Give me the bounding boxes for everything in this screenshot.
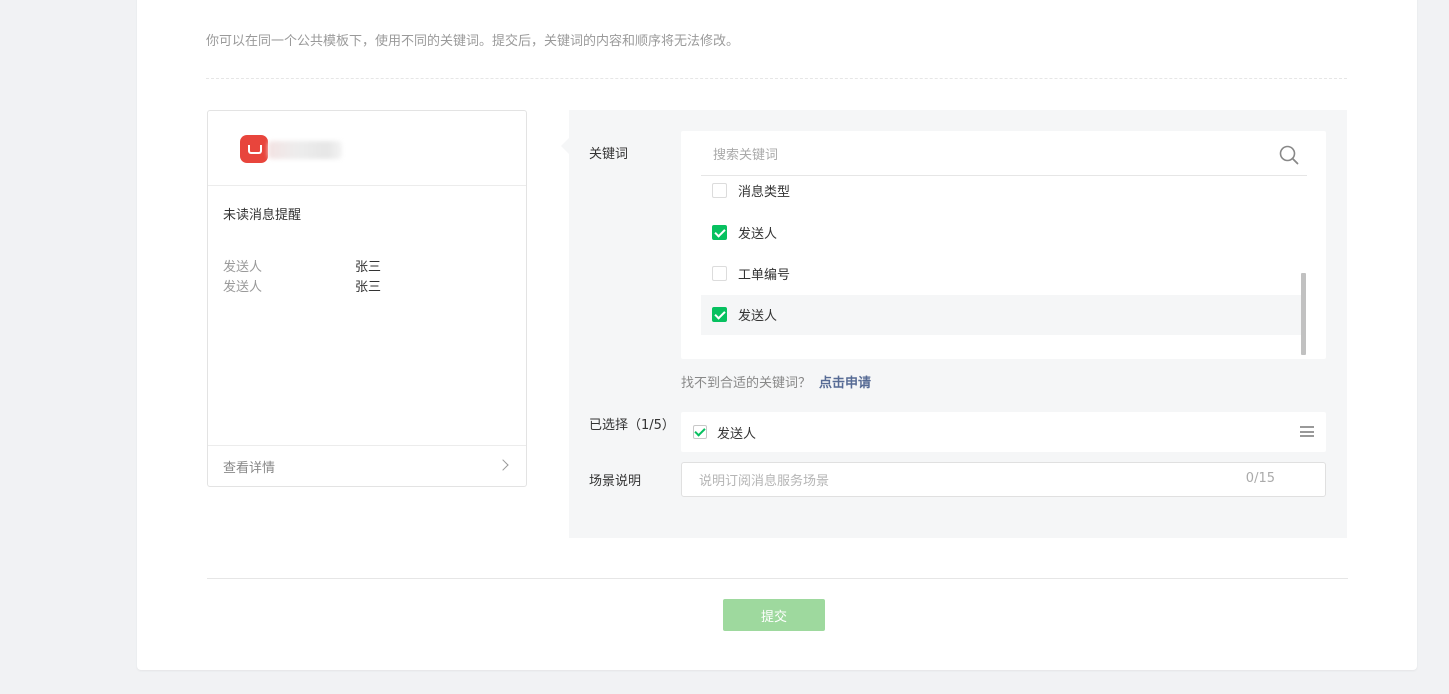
preview-field-value: 张三 bbox=[355, 280, 382, 295]
preview-field-row: 发送人 张三 bbox=[223, 256, 381, 275]
selected-label: 已选择（1/5） bbox=[589, 418, 675, 433]
selected-keyword-item[interactable]: 发送人 bbox=[681, 412, 1326, 452]
keyword-option-label: 发送人 bbox=[738, 227, 778, 242]
footer-divider bbox=[207, 578, 1348, 579]
keyword-option[interactable]: 发送人 bbox=[701, 213, 1301, 253]
drag-handle-icon[interactable] bbox=[1300, 426, 1314, 437]
keyword-hint: 找不到合适的关键词？ 点击申请 bbox=[681, 372, 871, 391]
intro-text: 你可以在同一个公共模板下，使用不同的关键词。提交后，关键词的内容和顺序将无法修改… bbox=[206, 34, 740, 49]
divider-dashed bbox=[206, 78, 1347, 79]
message-preview-card: 未读消息提醒 发送人 张三 发送人 张三 查看详情 bbox=[207, 110, 527, 487]
app-logo-icon bbox=[240, 135, 268, 163]
scene-description-input[interactable] bbox=[697, 470, 1221, 492]
scene-label: 场景说明 bbox=[589, 474, 642, 489]
view-details-link[interactable]: 查看详情 bbox=[208, 445, 526, 486]
checkbox-checked[interactable] bbox=[712, 225, 727, 240]
keyword-picker: 消息类型 发送人 工单编号 发送人 bbox=[681, 131, 1326, 359]
keyword-search-input[interactable] bbox=[711, 143, 1255, 167]
checkbox-checked[interactable] bbox=[712, 307, 727, 322]
scene-description-field: 0/15 bbox=[681, 462, 1326, 497]
keywords-label: 关键词 bbox=[589, 147, 629, 162]
keyword-option-label: 消息类型 bbox=[738, 185, 791, 200]
preview-field-value: 张三 bbox=[355, 260, 382, 275]
panel-pointer bbox=[561, 138, 569, 154]
char-counter: 0/15 bbox=[1245, 471, 1275, 486]
preview-field-key: 发送人 bbox=[223, 260, 263, 275]
checkmark-icon bbox=[693, 425, 707, 439]
keyword-list-scrollbar[interactable] bbox=[1301, 273, 1306, 355]
keyword-option-label: 发送人 bbox=[738, 309, 778, 324]
preview-field-key: 发送人 bbox=[223, 280, 263, 295]
keyword-option[interactable]: 发送人 bbox=[701, 295, 1301, 335]
checkbox[interactable] bbox=[712, 183, 727, 198]
app-name-blurred bbox=[268, 141, 342, 159]
view-details-label: 查看详情 bbox=[223, 461, 276, 476]
selected-keyword-label: 发送人 bbox=[717, 427, 757, 442]
keyword-hint-text: 找不到合适的关键词？ bbox=[681, 376, 812, 391]
search-icon[interactable] bbox=[1279, 145, 1299, 165]
apply-keyword-link[interactable]: 点击申请 bbox=[819, 376, 871, 391]
preview-field-row: 发送人 张三 bbox=[223, 276, 381, 295]
submit-button[interactable]: 提交 bbox=[723, 599, 825, 631]
keyword-option[interactable]: 工单编号 bbox=[701, 254, 1301, 294]
preview-title: 未读消息提醒 bbox=[223, 208, 302, 223]
keyword-search bbox=[701, 131, 1307, 176]
chevron-right-icon bbox=[497, 459, 509, 471]
preview-header bbox=[208, 111, 526, 186]
keyword-option[interactable]: 消息类型 bbox=[701, 171, 1301, 211]
checkbox[interactable] bbox=[712, 266, 727, 281]
keyword-option-label: 工单编号 bbox=[738, 268, 791, 283]
